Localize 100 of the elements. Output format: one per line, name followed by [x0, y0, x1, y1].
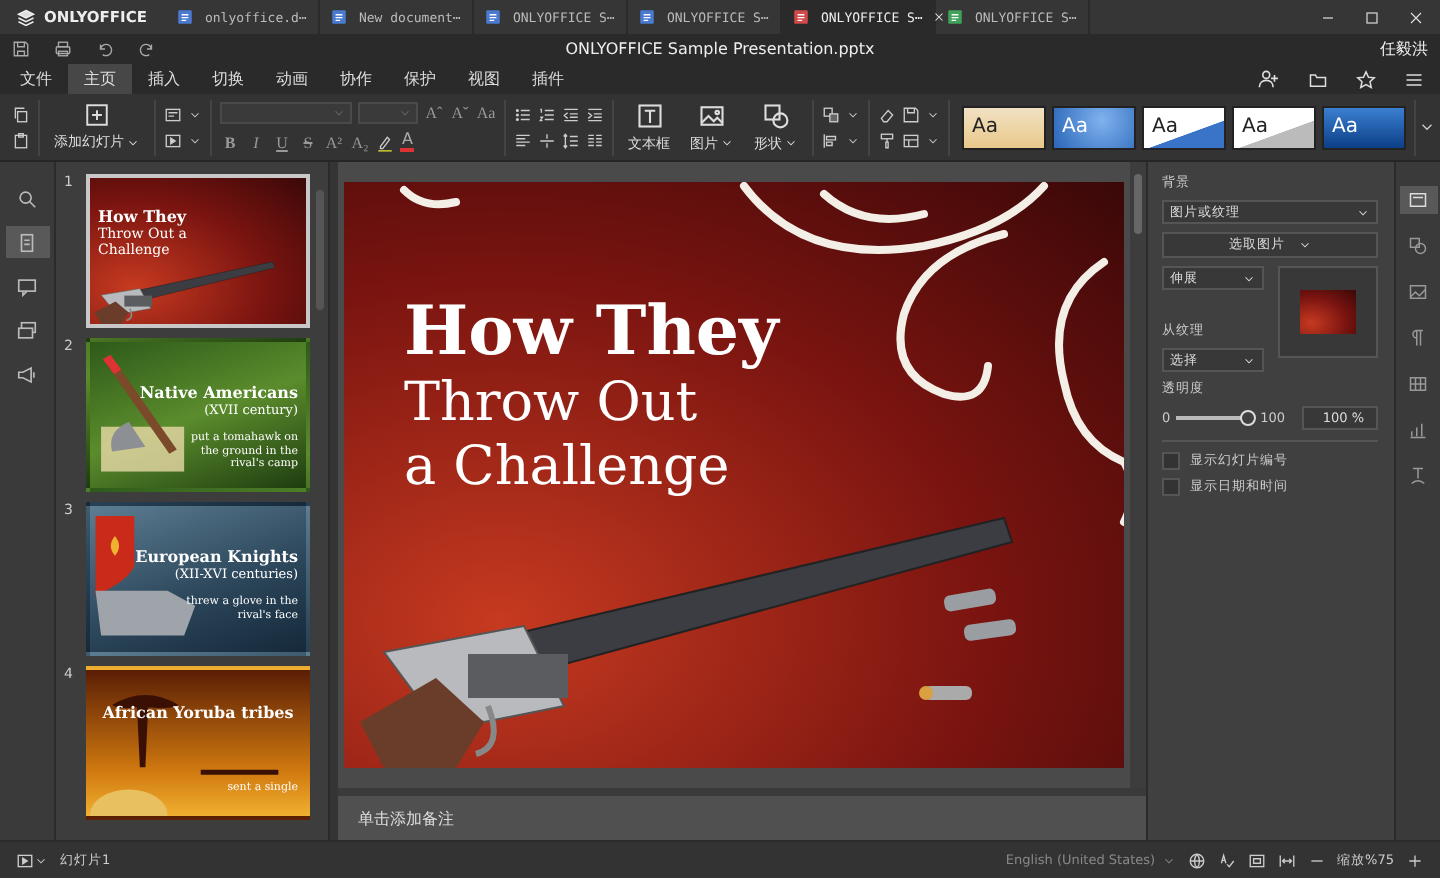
bullets-drawing — [919, 587, 1017, 700]
slide-settings-icon[interactable] — [1408, 190, 1428, 210]
slider-thumb[interactable] — [1240, 410, 1257, 426]
image-settings-icon[interactable] — [1408, 282, 1428, 302]
slide-size-icon[interactable] — [902, 131, 920, 149]
align-left-icon[interactable] — [514, 131, 532, 149]
slideshow-icon[interactable] — [164, 131, 182, 149]
font-size-button[interactable]: Aˆ — [424, 104, 444, 122]
zoom-in-icon[interactable] — [1406, 851, 1424, 869]
close-icon[interactable] — [932, 10, 947, 24]
menu-tab[interactable]: 主页 — [68, 64, 132, 94]
slide-title: How They — [98, 206, 189, 226]
menu-tab[interactable]: 视图 — [452, 64, 516, 94]
decrease-indent-icon[interactable] — [562, 105, 580, 123]
slide-title: How They — [404, 294, 779, 373]
fit-slide-icon[interactable] — [1247, 851, 1266, 869]
spellcheck-icon[interactable] — [1217, 851, 1236, 869]
menu-tab[interactable]: 保护 — [388, 64, 452, 94]
theme-thumbnail[interactable]: Aa — [1232, 105, 1316, 149]
caret-icon — [1161, 853, 1176, 867]
star-icon[interactable] — [1356, 69, 1376, 89]
bullet-list-icon[interactable] — [514, 105, 532, 123]
plus-box-icon — [84, 102, 110, 128]
format-painter-icon[interactable] — [878, 131, 896, 149]
numbered-list-icon[interactable] — [538, 105, 556, 123]
comment-icon[interactable] — [16, 275, 38, 297]
menu-icon[interactable] — [1404, 69, 1424, 89]
slides-icon[interactable] — [16, 231, 38, 253]
user-name: 任毅洪 — [1378, 38, 1428, 60]
caret-icon — [784, 136, 798, 150]
theme-thumbnail[interactable]: Aa — [1052, 105, 1136, 149]
notes-field[interactable]: 单击添加备注 — [358, 809, 758, 827]
redo-icon[interactable] — [138, 40, 156, 58]
paste-icon[interactable] — [12, 131, 30, 149]
chat-icon[interactable] — [16, 319, 38, 341]
caret-icon — [126, 135, 140, 149]
format-button[interactable]: A² — [324, 133, 344, 151]
slideshow-icon[interactable] — [16, 851, 34, 869]
layout-icon[interactable] — [164, 105, 182, 123]
align-shapes-icon[interactable] — [822, 131, 840, 149]
theme-thumbnail[interactable]: Aa — [962, 105, 1046, 149]
copy-icon[interactable] — [12, 105, 30, 123]
slide-subtitle: Throw Out a Challenge — [404, 372, 732, 502]
print-icon[interactable] — [54, 40, 72, 58]
menu-tab[interactable]: 动画 — [260, 64, 324, 94]
font-size-button[interactable]: Aa — [476, 104, 496, 122]
format-button[interactable]: I — [246, 133, 266, 151]
menu-tab[interactable]: 切换 — [196, 64, 260, 94]
scrollbar[interactable] — [1134, 174, 1142, 234]
chart-icon[interactable] — [1408, 420, 1428, 440]
checkbox[interactable] — [1162, 452, 1180, 470]
vertical-align-icon[interactable] — [538, 131, 556, 149]
font-size-field[interactable] — [358, 102, 418, 124]
slide-title: African Yoruba tribes — [102, 702, 294, 722]
format-button[interactable]: A₂ — [350, 133, 370, 151]
menu-tab[interactable]: 插入 — [132, 64, 196, 94]
menu-tab[interactable]: 插件 — [516, 64, 580, 94]
stack-icon — [16, 7, 36, 27]
theme-thumbnail[interactable]: Aa — [1322, 105, 1406, 149]
theme-thumbnail[interactable]: Aa — [1142, 105, 1226, 149]
eraser-icon[interactable] — [878, 105, 896, 123]
globe-icon[interactable] — [1187, 851, 1206, 869]
highlight-icon[interactable] — [376, 133, 394, 151]
caret-icon — [398, 106, 412, 120]
shapes-icon — [762, 101, 790, 129]
document-icon — [484, 8, 503, 26]
font-name-field[interactable] — [220, 102, 352, 124]
line-spacing-icon[interactable] — [562, 131, 580, 149]
table-icon[interactable] — [1408, 374, 1428, 394]
checkbox[interactable] — [1162, 478, 1180, 496]
document-title: ONLYOFFICE Sample Presentation.pptx — [563, 40, 877, 58]
font-color-button[interactable]: A — [400, 132, 415, 152]
save-icon[interactable] — [902, 105, 920, 123]
text-box-icon — [635, 101, 663, 129]
megaphone-icon[interactable] — [16, 363, 38, 385]
document-icon — [176, 8, 195, 26]
increase-indent-icon[interactable] — [586, 105, 604, 123]
arrange-icon[interactable] — [822, 105, 840, 123]
document-icon — [638, 8, 657, 26]
columns-icon[interactable] — [586, 131, 604, 149]
close-icon[interactable] — [1408, 9, 1424, 25]
search-icon[interactable] — [16, 187, 38, 209]
maximize-icon[interactable] — [1364, 9, 1380, 25]
text-art-icon[interactable] — [1408, 466, 1428, 486]
shape-settings-icon[interactable] — [1408, 236, 1428, 256]
format-button[interactable]: B — [220, 133, 240, 151]
add-user-icon[interactable] — [1258, 68, 1280, 90]
paragraph-icon[interactable] — [1408, 328, 1428, 348]
slide-title: Native Americans — [139, 382, 298, 402]
caret-icon — [1242, 271, 1257, 285]
menu-tab[interactable]: 协作 — [324, 64, 388, 94]
save-icon[interactable] — [12, 40, 30, 58]
undo-icon[interactable] — [96, 40, 114, 58]
format-button[interactable]: S — [298, 133, 318, 151]
folder-icon[interactable] — [1308, 69, 1328, 89]
format-button[interactable]: U — [272, 133, 292, 151]
menu-tab[interactable]: 文件 — [4, 64, 68, 94]
font-size-button[interactable]: Aˇ — [450, 104, 470, 122]
fit-width-icon[interactable] — [1277, 851, 1296, 869]
caret-icon — [720, 136, 734, 150]
